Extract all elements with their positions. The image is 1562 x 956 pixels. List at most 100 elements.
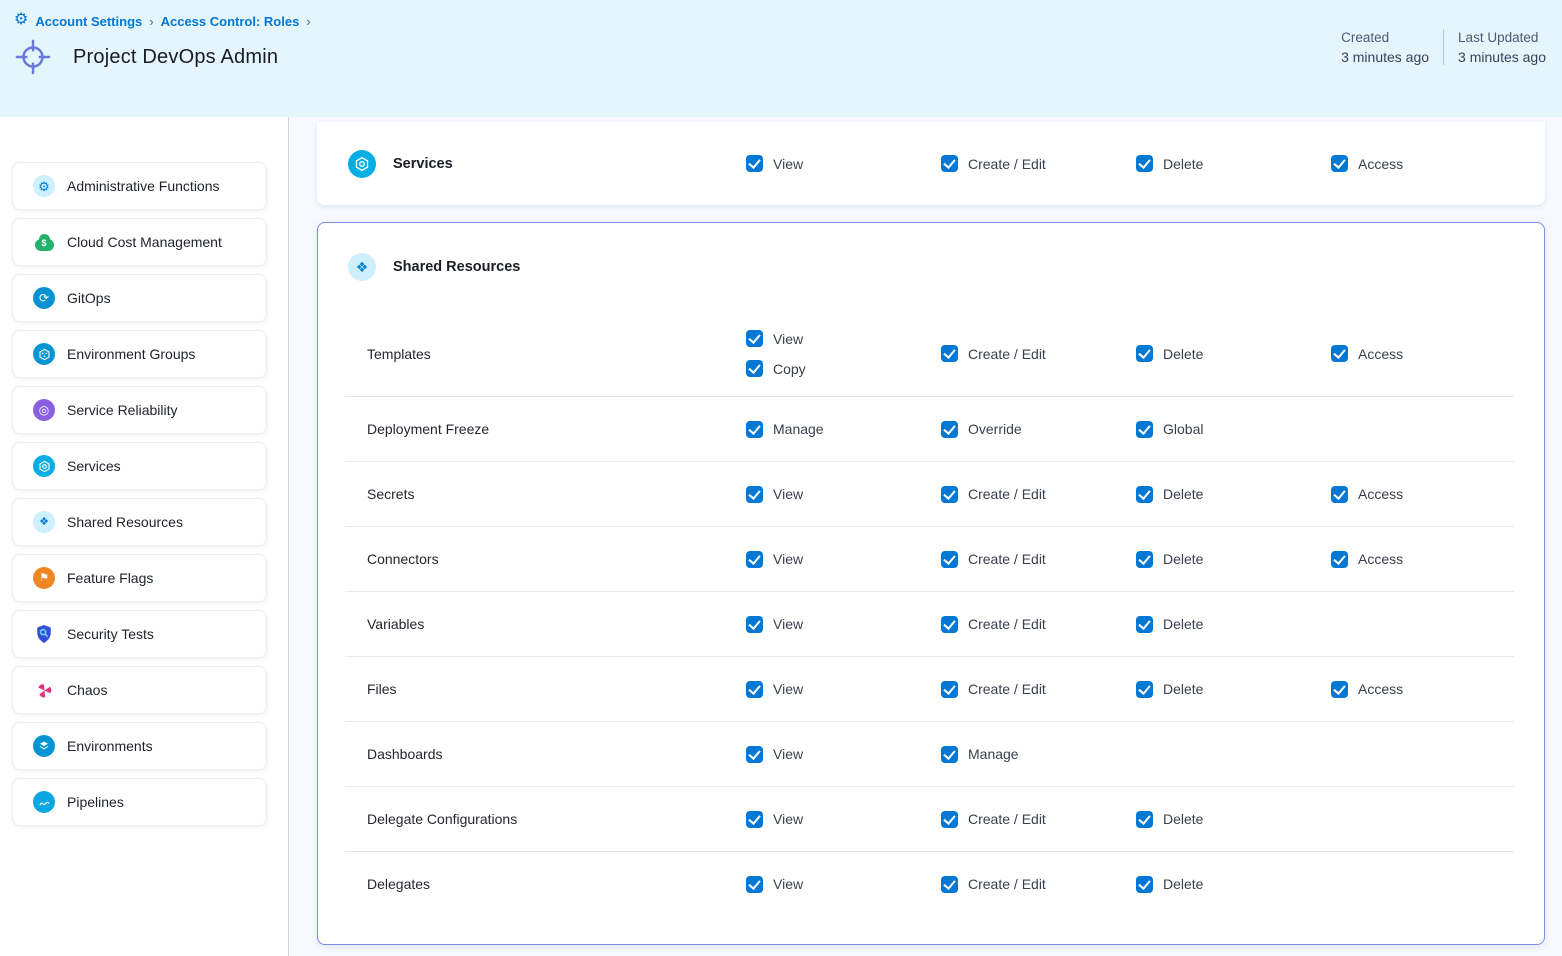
sidebar-item-pipelines[interactable]: Pipelines	[12, 778, 267, 826]
checkbox-checked-icon[interactable]	[941, 551, 958, 568]
permission-view[interactable]: View	[746, 746, 941, 763]
sidebar-item-service-reliability[interactable]: ◎Service Reliability	[12, 386, 267, 434]
checkbox-checked-icon[interactable]	[941, 155, 958, 172]
permission-access[interactable]: Access	[1331, 486, 1526, 503]
permission-cell: View	[746, 155, 941, 172]
permission-copy[interactable]: Copy	[746, 360, 941, 377]
checkbox-checked-icon[interactable]	[1136, 876, 1153, 893]
checkbox-checked-icon[interactable]	[746, 616, 763, 633]
permission-create-edit[interactable]: Create / Edit	[941, 811, 1136, 828]
permission-view[interactable]: View	[746, 876, 941, 893]
permission-create-edit[interactable]: Create / Edit	[941, 155, 1136, 172]
resource-label: Dashboards	[367, 746, 746, 762]
permission-manage[interactable]: Manage	[746, 421, 941, 438]
checkbox-checked-icon[interactable]	[1136, 551, 1153, 568]
sidebar-item-environment-groups[interactable]: Environment Groups	[12, 330, 267, 378]
sidebar-item-services[interactable]: Services	[12, 442, 267, 490]
checkbox-checked-icon[interactable]	[1136, 616, 1153, 633]
sidebar-item-gitops[interactable]: ⟳GitOps	[12, 274, 267, 322]
permission-view[interactable]: View	[746, 330, 941, 347]
permission-manage[interactable]: Manage	[941, 746, 1136, 763]
permission-delete[interactable]: Delete	[1136, 486, 1331, 503]
sidebar-item-cloud-cost-management[interactable]: $Cloud Cost Management	[12, 218, 267, 266]
permission-label: View	[773, 551, 803, 567]
permission-delete[interactable]: Delete	[1136, 155, 1331, 172]
checkbox-checked-icon[interactable]	[1136, 681, 1153, 698]
permission-delete[interactable]: Delete	[1136, 681, 1331, 698]
permission-view[interactable]: View	[746, 486, 941, 503]
checkbox-checked-icon[interactable]	[746, 330, 763, 347]
permission-access[interactable]: Access	[1331, 155, 1526, 172]
permissions-panel: Services ViewCreate / EditDeleteAccess ❖…	[289, 117, 1562, 956]
checkbox-checked-icon[interactable]	[746, 155, 763, 172]
breadcrumb-link-access-control-roles[interactable]: Access Control: Roles	[161, 14, 300, 29]
sidebar-item-label: Shared Resources	[67, 514, 183, 530]
resource-label: Delegates	[367, 876, 746, 892]
permission-create-edit[interactable]: Create / Edit	[941, 616, 1136, 633]
permission-label: View	[773, 746, 803, 762]
checkbox-checked-icon[interactable]	[941, 876, 958, 893]
permission-view[interactable]: View	[746, 155, 941, 172]
checkbox-checked-icon[interactable]	[746, 486, 763, 503]
permission-delete[interactable]: Delete	[1136, 811, 1331, 828]
checkbox-checked-icon[interactable]	[941, 746, 958, 763]
permission-access[interactable]: Access	[1331, 681, 1526, 698]
permission-cell: Delete	[1136, 811, 1331, 828]
checkbox-checked-icon[interactable]	[941, 421, 958, 438]
checkbox-checked-icon[interactable]	[941, 811, 958, 828]
services-permission-card: Services ViewCreate / EditDeleteAccess	[317, 122, 1545, 205]
sidebar-item-label: Security Tests	[67, 626, 154, 642]
permission-view[interactable]: View	[746, 811, 941, 828]
permission-view[interactable]: View	[746, 551, 941, 568]
checkbox-checked-icon[interactable]	[1331, 551, 1348, 568]
checkbox-checked-icon[interactable]	[1331, 155, 1348, 172]
permission-access[interactable]: Access	[1331, 345, 1526, 362]
checkbox-checked-icon[interactable]	[941, 345, 958, 362]
checkbox-checked-icon[interactable]	[1136, 811, 1153, 828]
sidebar-item-feature-flags[interactable]: ⚑Feature Flags	[12, 554, 267, 602]
checkbox-checked-icon[interactable]	[746, 811, 763, 828]
permission-delete[interactable]: Delete	[1136, 876, 1331, 893]
checkbox-checked-icon[interactable]	[746, 421, 763, 438]
permission-create-edit[interactable]: Create / Edit	[941, 876, 1136, 893]
checkbox-checked-icon[interactable]	[1136, 155, 1153, 172]
checkbox-checked-icon[interactable]	[746, 681, 763, 698]
checkbox-checked-icon[interactable]	[941, 486, 958, 503]
checkbox-checked-icon[interactable]	[746, 746, 763, 763]
sidebar-item-environments[interactable]: Environments	[12, 722, 267, 770]
permission-label: Create / Edit	[968, 346, 1046, 362]
permission-label: Create / Edit	[968, 156, 1046, 172]
checkbox-checked-icon[interactable]	[746, 551, 763, 568]
permission-access[interactable]: Access	[1331, 551, 1526, 568]
checkbox-checked-icon[interactable]	[941, 681, 958, 698]
feature-flags-icon: ⚑	[33, 567, 55, 589]
sidebar-item-shared-resources[interactable]: ❖Shared Resources	[12, 498, 267, 546]
checkbox-checked-icon[interactable]	[1331, 681, 1348, 698]
sidebar-item-administrative-functions[interactable]: ⚙Administrative Functions	[12, 162, 267, 210]
permission-override[interactable]: Override	[941, 421, 1136, 438]
breadcrumb-link-account-settings[interactable]: Account Settings	[35, 14, 142, 29]
permission-delete[interactable]: Delete	[1136, 345, 1331, 362]
permission-label: Delete	[1163, 346, 1203, 362]
permission-create-edit[interactable]: Create / Edit	[941, 681, 1136, 698]
permission-cell: Global	[1136, 421, 1331, 438]
checkbox-checked-icon[interactable]	[1331, 345, 1348, 362]
checkbox-checked-icon[interactable]	[746, 876, 763, 893]
checkbox-checked-icon[interactable]	[1331, 486, 1348, 503]
checkbox-checked-icon[interactable]	[1136, 421, 1153, 438]
permission-delete[interactable]: Delete	[1136, 616, 1331, 633]
checkbox-checked-icon[interactable]	[1136, 486, 1153, 503]
permission-cell: Delete	[1136, 616, 1331, 633]
permission-view[interactable]: View	[746, 616, 941, 633]
permission-view[interactable]: View	[746, 681, 941, 698]
checkbox-checked-icon[interactable]	[746, 360, 763, 377]
sidebar-item-chaos[interactable]: Chaos	[12, 666, 267, 714]
checkbox-checked-icon[interactable]	[941, 616, 958, 633]
permission-create-edit[interactable]: Create / Edit	[941, 551, 1136, 568]
permission-create-edit[interactable]: Create / Edit	[941, 486, 1136, 503]
checkbox-checked-icon[interactable]	[1136, 345, 1153, 362]
permission-global[interactable]: Global	[1136, 421, 1331, 438]
permission-delete[interactable]: Delete	[1136, 551, 1331, 568]
sidebar-item-security-tests[interactable]: Security Tests	[12, 610, 267, 658]
permission-create-edit[interactable]: Create / Edit	[941, 345, 1136, 362]
